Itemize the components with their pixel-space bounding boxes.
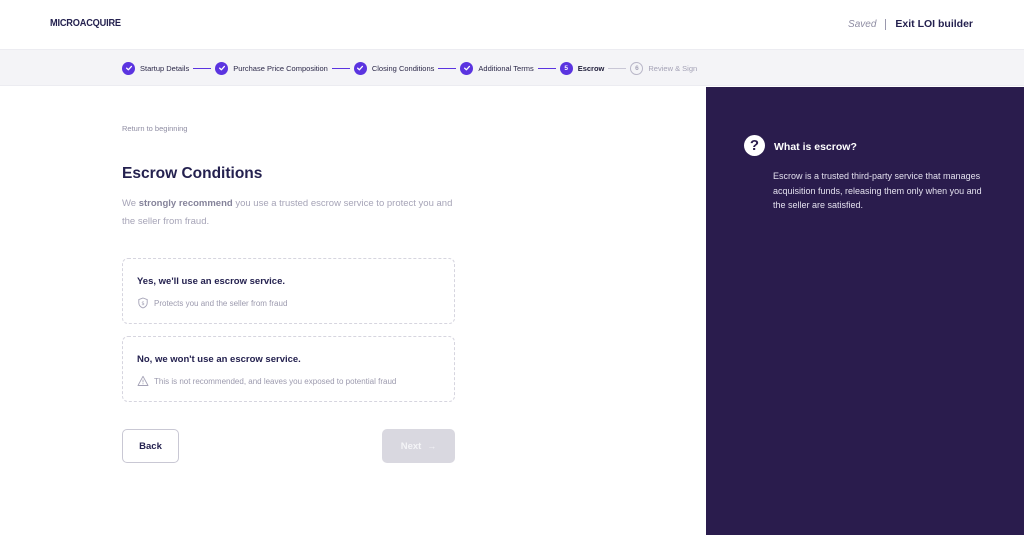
step-number: 6	[630, 61, 644, 75]
option-title: No, we won't use an escrow service.	[137, 354, 301, 365]
arrow-right-icon: →	[427, 441, 437, 451]
step-connector	[608, 67, 627, 69]
logo[interactable]: MICROACQUIRE	[50, 18, 121, 29]
header-actions: Saved Exit LOI builder	[848, 18, 973, 30]
option-note-text: Protects you and the seller from fraud	[154, 298, 288, 308]
step-label: Purchase Price Composition	[233, 63, 328, 73]
saved-status: Saved	[848, 18, 877, 30]
step-closing-conditions[interactable]: Closing Conditions	[353, 61, 435, 75]
step-connector	[193, 67, 212, 69]
step-review-sign[interactable]: 6 Review & Sign	[630, 61, 698, 75]
check-icon	[122, 61, 135, 75]
step-additional-terms[interactable]: Additional Terms	[460, 61, 534, 75]
return-to-beginning-link[interactable]: Return to beginning	[122, 124, 187, 133]
header-divider	[885, 18, 887, 30]
subtitle-emphasis: strongly recommend	[138, 198, 233, 209]
exit-loi-builder-link[interactable]: Exit LOI builder	[895, 18, 973, 30]
warning-icon	[137, 375, 149, 386]
subtitle-text: We	[122, 198, 139, 209]
step-connector	[331, 67, 350, 69]
step-label: Closing Conditions	[371, 63, 435, 73]
step-number: 5	[559, 61, 573, 75]
page-subtitle: We strongly recommend you use a trusted …	[122, 195, 462, 231]
step-label: Startup Details	[140, 63, 190, 73]
step-connector	[537, 67, 556, 69]
progress-stepper: Startup Details Purchase Price Compositi…	[0, 50, 1024, 86]
main-content: Return to beginning Escrow Conditions We…	[0, 87, 706, 535]
step-purchase-price-composition[interactable]: Purchase Price Composition	[215, 61, 328, 75]
question-icon: ?	[744, 135, 765, 156]
option-no-escrow[interactable]: No, we won't use an escrow service. This…	[122, 336, 455, 402]
back-button[interactable]: Back	[122, 429, 179, 463]
sidebar-title: What is escrow?	[774, 141, 857, 153]
top-bar: MICROACQUIRE Saved Exit LOI builder	[0, 0, 1024, 50]
option-note: This is not recommended, and leaves you …	[137, 375, 396, 387]
check-icon	[460, 61, 474, 75]
check-icon	[215, 61, 229, 75]
shield-icon: $	[138, 297, 148, 309]
step-label: Additional Terms	[478, 63, 534, 73]
option-use-escrow[interactable]: Yes, we'll use an escrow service. $ Prot…	[122, 258, 455, 324]
step-escrow[interactable]: 5 Escrow	[559, 61, 605, 75]
next-button[interactable]: Next →	[382, 429, 455, 463]
help-sidebar: ? What is escrow? Escrow is a trusted th…	[706, 87, 1024, 535]
step-label: Escrow	[577, 63, 605, 73]
check-icon	[353, 61, 367, 75]
page-title: Escrow Conditions	[122, 165, 263, 182]
step-connector	[438, 67, 457, 69]
step-label: Review & Sign	[648, 63, 698, 73]
option-title: Yes, we'll use an escrow service.	[137, 276, 286, 287]
option-note: $ Protects you and the seller from fraud	[137, 297, 287, 309]
step-startup-details[interactable]: Startup Details	[122, 61, 190, 75]
svg-text:$: $	[141, 301, 144, 307]
next-label: Next	[400, 440, 422, 452]
sidebar-text: Escrow is a trusted third-party service …	[773, 171, 982, 210]
option-note-text: This is not recommended, and leaves you …	[154, 376, 397, 386]
steps-list: Startup Details Purchase Price Compositi…	[122, 50, 697, 86]
